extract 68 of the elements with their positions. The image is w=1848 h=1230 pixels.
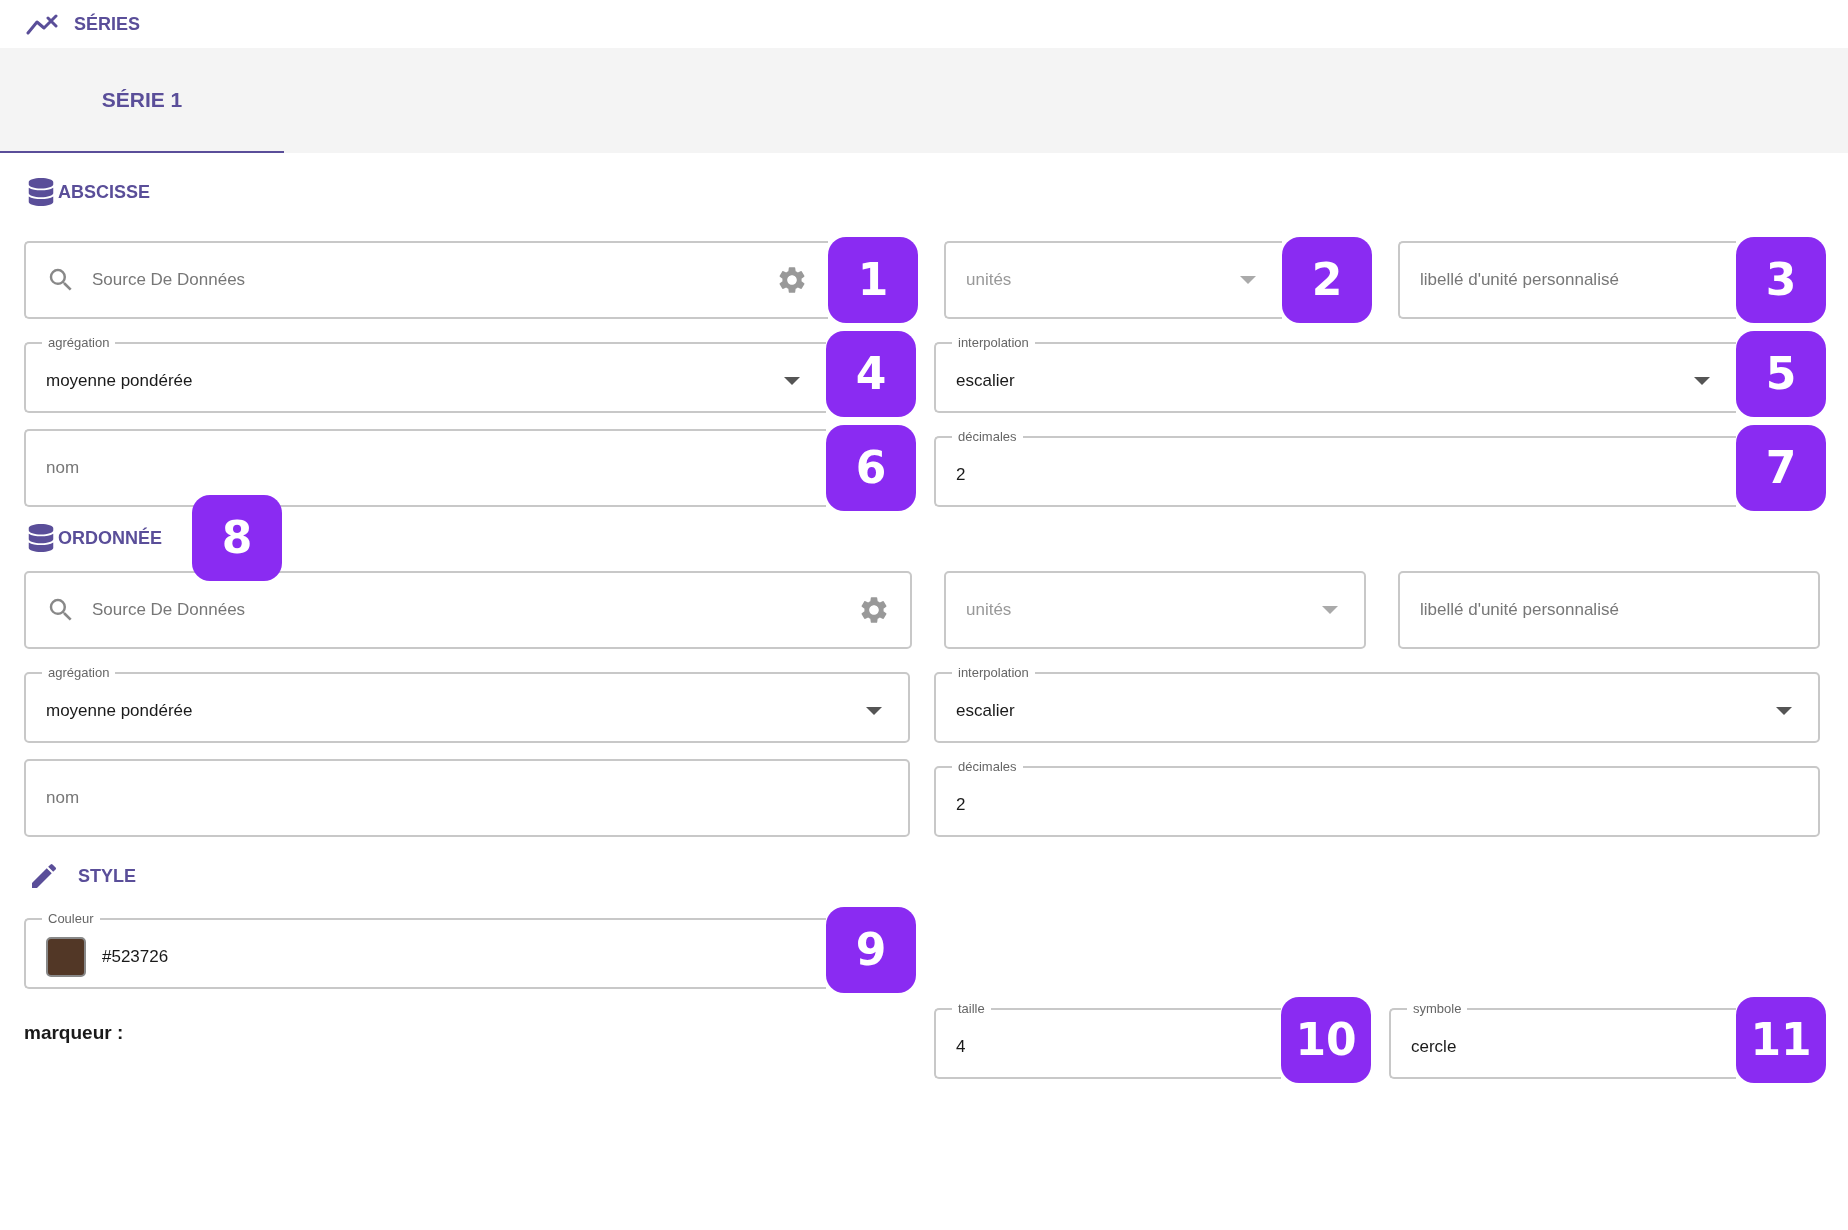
- text-field[interactable]: libellé d'unité personnalisé: [1398, 241, 1736, 319]
- field-label: agrégation: [47, 665, 111, 681]
- text-field[interactable]: décimales 2: [934, 759, 1820, 837]
- number-badge: 3: [1736, 237, 1826, 323]
- text-field[interactable]: décimales 2: [934, 429, 1736, 507]
- caret-icon: [866, 707, 882, 715]
- field-label: interpolation: [957, 335, 1030, 351]
- line-chart-icon: [26, 13, 58, 35]
- marker-label: marqueur :: [24, 1022, 124, 1043]
- field-label: décimales: [957, 429, 1018, 445]
- field-value: moyenne pondérée: [46, 370, 193, 393]
- number-badge: 9: [826, 907, 916, 993]
- field-value: cercle: [1411, 1036, 1457, 1059]
- number-badge: 4: [826, 331, 916, 417]
- field-label: symbole: [1412, 1001, 1463, 1017]
- section-title: ABSCISSE: [58, 180, 151, 204]
- text-field[interactable]: nom: [24, 759, 910, 837]
- field-label: taille: [957, 1001, 986, 1017]
- panel-title: SÉRIES: [74, 12, 141, 36]
- field-value: 2: [956, 794, 966, 817]
- field-value: 4: [956, 1036, 966, 1059]
- section-title: STYLE: [78, 864, 136, 888]
- color-field[interactable]: Couleur #523726: [24, 911, 826, 989]
- caret-icon: [1694, 377, 1710, 385]
- dropdown-field[interactable]: interpolation escalier: [934, 665, 1820, 743]
- placeholder-text: libellé d'unité personnalisé: [1420, 269, 1619, 292]
- number-badge: 11: [1736, 997, 1826, 1083]
- field-value: 2: [956, 464, 966, 487]
- number-badge: 1: [828, 237, 918, 323]
- placeholder-text: nom: [46, 457, 80, 480]
- search-field[interactable]: Source De Données: [24, 571, 912, 649]
- number-badge: 5: [1736, 331, 1826, 417]
- database-icon: [28, 178, 54, 206]
- placeholder-text: Source De Données: [92, 599, 246, 622]
- field-value: escalier: [956, 370, 1015, 393]
- field-label: Couleur: [47, 911, 95, 927]
- placeholder-text: unités: [966, 269, 1012, 292]
- search-field[interactable]: Source De Données: [24, 241, 828, 319]
- tab[interactable]: SÉRIE 1: [0, 48, 284, 153]
- number-badge: 2: [1282, 237, 1372, 323]
- caret-icon: [784, 377, 800, 385]
- caret-icon: [1776, 707, 1792, 715]
- color-swatch[interactable]: [46, 937, 86, 977]
- field-label: agrégation: [47, 335, 111, 351]
- placeholder-text: libellé d'unité personnalisé: [1420, 599, 1619, 622]
- number-badge: 6: [826, 425, 916, 511]
- dropdown-field[interactable]: agrégation moyenne pondérée: [24, 665, 910, 743]
- placeholder-text: nom: [46, 787, 80, 810]
- placeholder-text: unités: [966, 599, 1012, 622]
- caret-icon: [1240, 276, 1256, 284]
- field-label: décimales: [957, 759, 1018, 775]
- field-value: #523726: [102, 946, 169, 969]
- number-badge: 10: [1281, 997, 1371, 1083]
- dropdown-field[interactable]: agrégation moyenne pondérée: [24, 335, 826, 413]
- dropdown-field[interactable]: interpolation escalier: [934, 335, 1736, 413]
- field-value: moyenne pondérée: [46, 700, 193, 723]
- field-label: interpolation: [957, 665, 1030, 681]
- section-title: ORDONNÉE: [58, 526, 162, 550]
- database-icon: [28, 524, 54, 552]
- field-value: escalier: [956, 700, 1015, 723]
- placeholder-text: Source De Données: [92, 269, 246, 292]
- text-field[interactable]: taille 4: [934, 1001, 1281, 1079]
- text-field[interactable]: nom: [24, 429, 826, 507]
- caret-icon: [1322, 606, 1338, 614]
- number-badge: 8: [192, 495, 282, 581]
- text-field[interactable]: libellé d'unité personnalisé: [1398, 571, 1820, 649]
- text-field[interactable]: symbole cercle: [1389, 1001, 1736, 1079]
- number-badge: 7: [1736, 425, 1826, 511]
